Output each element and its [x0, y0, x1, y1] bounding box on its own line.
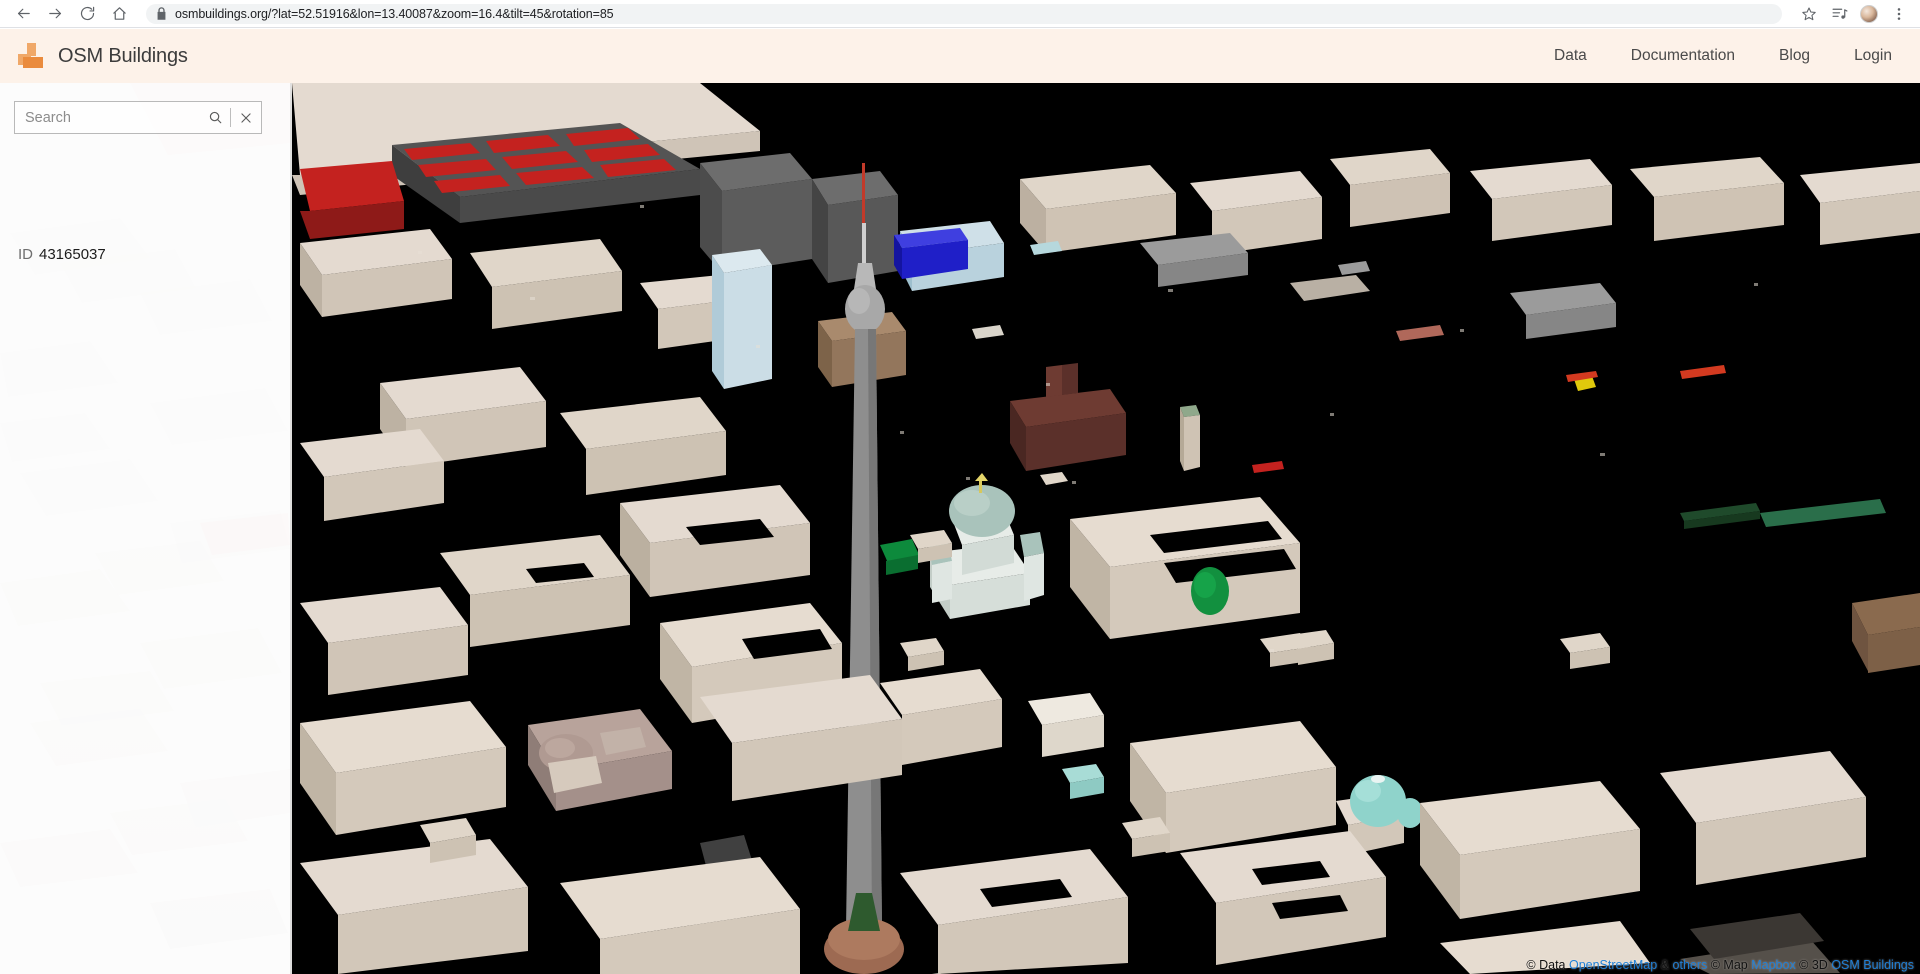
search-box[interactable] [14, 101, 262, 134]
bookmark-star-icon[interactable] [1796, 1, 1822, 27]
back-arrow-icon[interactable] [10, 1, 36, 27]
app-header: OSM Buildings Data Documentation Blog Lo… [0, 29, 1920, 83]
attribution-link-osm-buildings[interactable]: OSM Buildings [1831, 958, 1914, 972]
feature-id-label: ID [18, 246, 33, 263]
reload-icon[interactable] [74, 1, 100, 27]
main-nav: Data Documentation Blog Login [1510, 47, 1920, 65]
kebab-menu-icon[interactable] [1886, 1, 1912, 27]
nav-item-data[interactable]: Data [1554, 47, 1587, 65]
nav-item-blog[interactable]: Blog [1779, 47, 1810, 65]
address-bar[interactable]: osmbuildings.org/?lat=52.51916&lon=13.40… [146, 3, 1782, 24]
browser-toolbar: osmbuildings.org/?lat=52.51916&lon=13.40… [0, 0, 1920, 28]
attribution-part-2: & [1657, 958, 1673, 972]
attribution-link-mapbox[interactable]: Mapbox [1751, 958, 1795, 972]
osm-buildings-logo-icon [18, 43, 48, 69]
media-playlist-icon[interactable] [1826, 1, 1852, 27]
feature-id-value: 43165037 [39, 246, 106, 263]
map-attribution: © Data OpenStreetMap & others © Map Mapb… [1526, 958, 1914, 972]
nav-item-login[interactable]: Login [1854, 47, 1892, 65]
sidebar-panel: ID 43165037 [0, 83, 290, 974]
brand[interactable]: OSM Buildings [18, 43, 188, 69]
search-icon[interactable] [200, 102, 230, 133]
close-icon[interactable] [231, 102, 261, 133]
browser-actions [1792, 1, 1920, 27]
url-text: osmbuildings.org/?lat=52.51916&lon=13.40… [175, 6, 614, 21]
attribution-link-others[interactable]: others [1673, 958, 1708, 972]
attribution-part-0: © Data [1526, 958, 1569, 972]
profile-avatar-icon[interactable] [1856, 1, 1882, 27]
home-icon[interactable] [106, 1, 132, 27]
search-input[interactable] [15, 109, 200, 126]
feature-id-row: ID 43165037 [18, 246, 106, 263]
forward-arrow-icon[interactable] [42, 1, 68, 27]
nav-item-documentation[interactable]: Documentation [1631, 47, 1735, 65]
lock-icon [156, 7, 167, 20]
attribution-part-4: © Map [1707, 958, 1752, 972]
brand-name: OSM Buildings [58, 44, 188, 67]
attribution-part-6: © 3D [1795, 958, 1832, 972]
avatar [1860, 4, 1878, 23]
attribution-link-openstreetmap[interactable]: OpenStreetMap [1569, 958, 1657, 972]
